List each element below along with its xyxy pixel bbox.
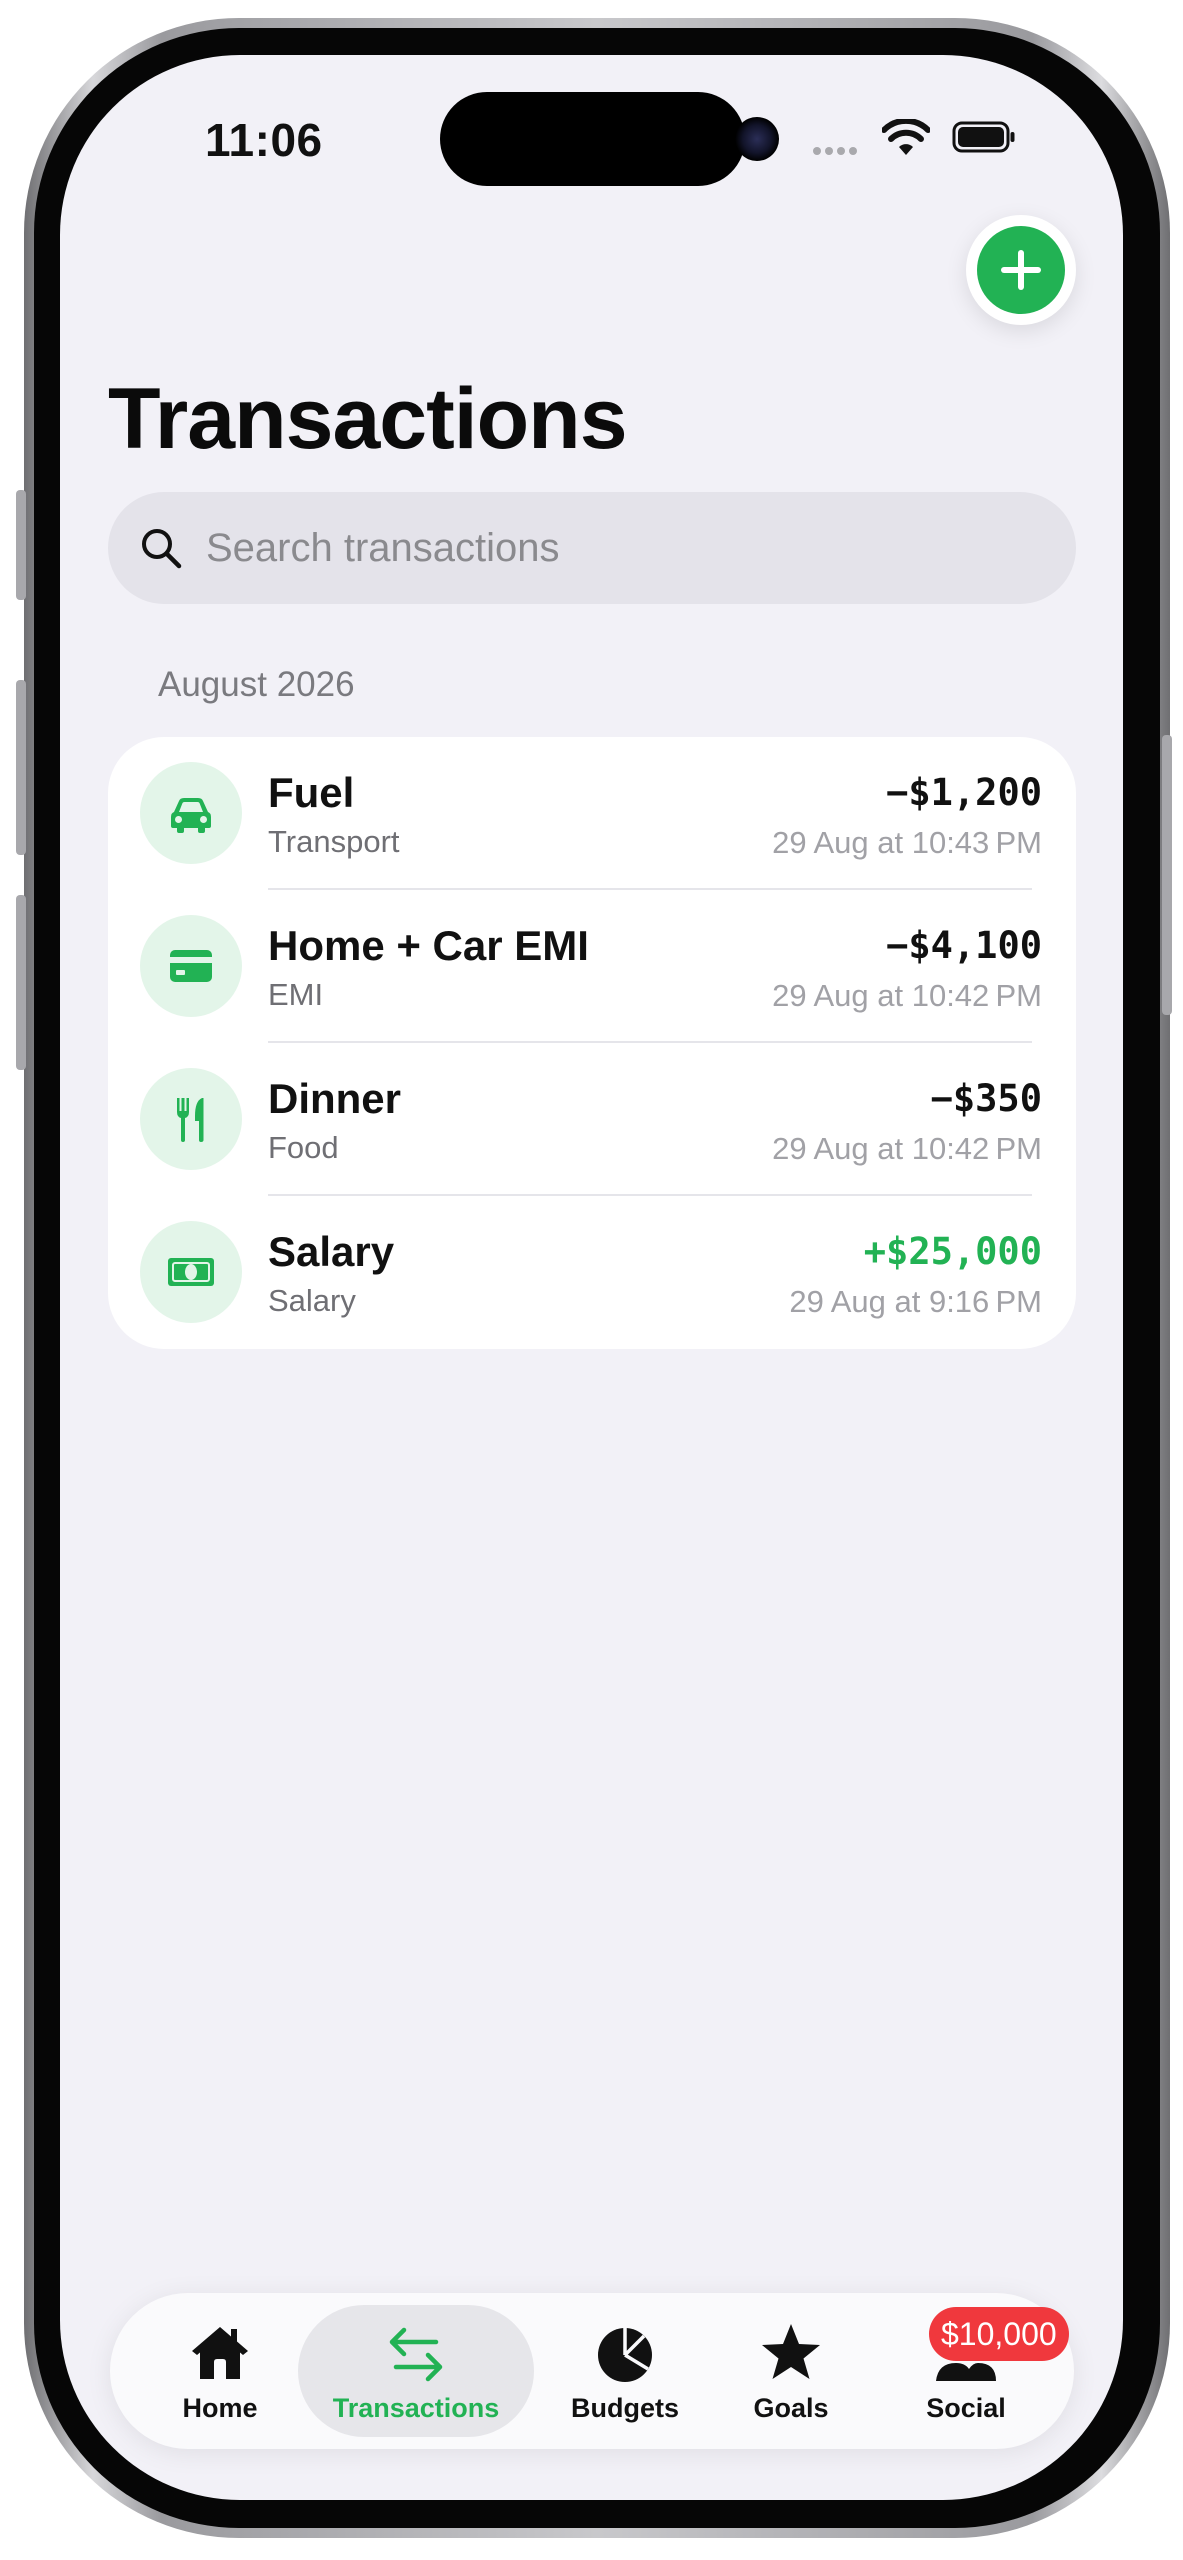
tab-transactions[interactable]: Transactions: [298, 2293, 534, 2449]
status-time: 11:06: [205, 114, 323, 166]
credit-card-icon: [140, 915, 242, 1017]
transaction-category: Food: [268, 1130, 339, 1165]
transaction-row-fuel[interactable]: Fuel Transport −$1,200 29 Aug at 10:43 P…: [108, 737, 1076, 890]
transaction-name: Home + Car EMI: [268, 922, 589, 969]
transaction-category: Salary: [268, 1283, 356, 1318]
transaction-timestamp: 29 Aug at 9:16 PM: [789, 1284, 1042, 1319]
wifi-icon: [882, 119, 930, 155]
tab-label: Goals: [753, 2393, 829, 2423]
volume-down-button: [16, 895, 26, 1070]
transaction-row-salary[interactable]: Salary Salary +$25,000 29 Aug at 9:16 PM: [108, 1196, 1076, 1349]
banknote-icon: [140, 1221, 242, 1323]
arrows-swap-icon: [389, 2327, 443, 2382]
volume-up-button: [16, 680, 26, 855]
transaction-row-emi[interactable]: Home + Car EMI EMI −$4,100 29 Aug at 10:…: [108, 890, 1076, 1043]
transaction-name: Fuel: [268, 769, 355, 816]
house-icon: [192, 2327, 248, 2379]
transaction-amount: +$25,000: [863, 1230, 1042, 1273]
cellular-signal-icon: [813, 147, 857, 155]
pie-chart-icon: [598, 2328, 652, 2382]
search-icon: [142, 529, 182, 569]
tab-budgets[interactable]: Budgets: [560, 2293, 690, 2449]
page-title: Transactions: [108, 371, 628, 467]
section-header: August 2026: [158, 665, 355, 704]
transaction-amount: −$350: [930, 1077, 1042, 1120]
transactions-list: Fuel Transport −$1,200 29 Aug at 10:43 P…: [108, 737, 1076, 1349]
screen: 11:06 Transactions August 2026: [60, 55, 1123, 2500]
transaction-amount: −$1,200: [886, 771, 1042, 814]
tab-home[interactable]: Home: [170, 2293, 270, 2449]
power-button: [1162, 735, 1172, 1015]
search-bar[interactable]: [108, 492, 1076, 604]
fork-knife-icon: [140, 1068, 242, 1170]
add-transaction-button[interactable]: [966, 215, 1076, 325]
tab-goals[interactable]: Goals: [736, 2293, 846, 2449]
transaction-name: Dinner: [268, 1075, 402, 1122]
social-badge: $10,000: [929, 2307, 1069, 2361]
car-icon: [140, 762, 242, 864]
star-icon: [762, 2324, 820, 2379]
tab-bar: Home Transactions Budgets Goals Social: [110, 2293, 1074, 2449]
dynamic-island: [440, 92, 745, 186]
transaction-amount: −$4,100: [886, 924, 1042, 967]
transaction-row-dinner[interactable]: Dinner Food −$350 29 Aug at 10:42 PM: [108, 1043, 1076, 1196]
action-button: [16, 490, 26, 600]
transaction-timestamp: 29 Aug at 10:43 PM: [772, 825, 1042, 860]
transaction-timestamp: 29 Aug at 10:42 PM: [772, 978, 1042, 1013]
front-camera: [735, 117, 779, 161]
transaction-name: Salary: [268, 1228, 395, 1275]
tab-label: Home: [182, 2393, 258, 2423]
tab-label: Budgets: [571, 2393, 679, 2423]
transaction-category: EMI: [268, 977, 324, 1012]
transaction-timestamp: 29 Aug at 10:42 PM: [772, 1131, 1042, 1166]
transaction-category: Transport: [268, 824, 400, 859]
tab-label: Transactions: [332, 2393, 500, 2423]
search-input[interactable]: [206, 525, 1026, 571]
plus-icon: [977, 226, 1065, 314]
tab-label: Social: [926, 2393, 1006, 2423]
battery-icon: [952, 121, 1015, 153]
